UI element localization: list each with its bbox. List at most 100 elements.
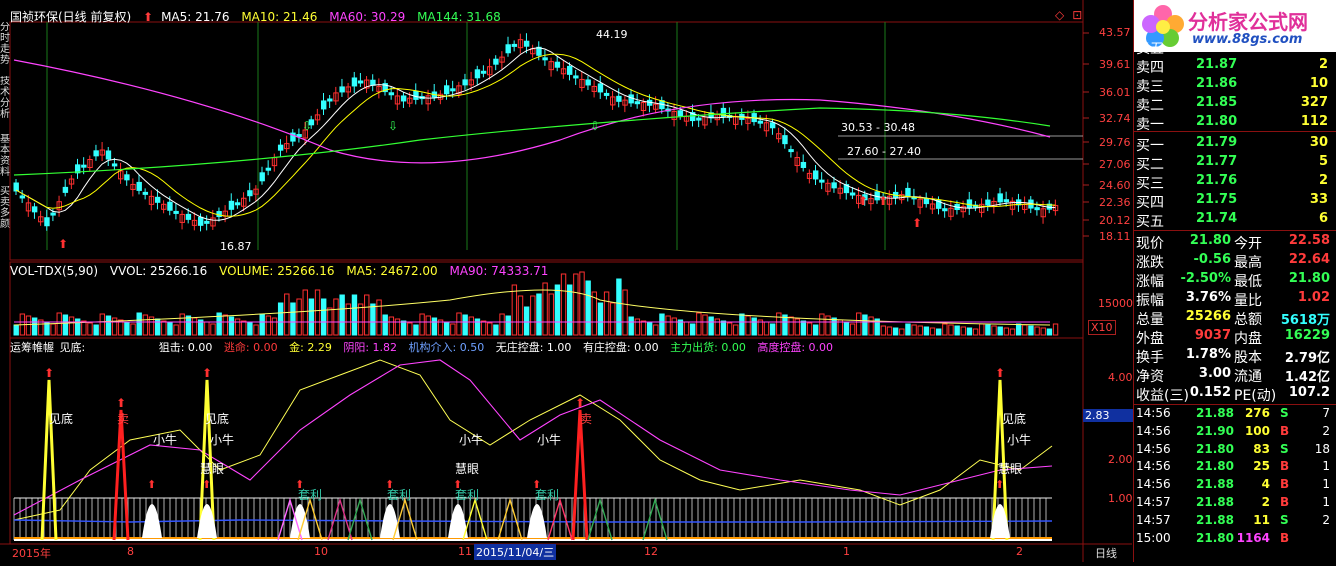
stat-value: 1.02 (1297, 290, 1330, 305)
tab-jishu[interactable]: 技术分析 (0, 76, 11, 126)
ma10-line (15, 53, 1056, 217)
volume-bar (523, 306, 530, 336)
candle (757, 120, 764, 124)
price-axis-label: 20.12 (1099, 214, 1131, 227)
ind-label: 小牛 (1007, 433, 1032, 447)
ask-price: 21.80 (1196, 114, 1238, 129)
ma10-label: MA10: 21.46 (241, 10, 318, 24)
volume-bar (425, 315, 431, 336)
candle (923, 198, 930, 205)
volume-bar (75, 318, 81, 336)
period-label[interactable]: 日线 (1095, 545, 1117, 561)
ind-label: 小牛 (210, 433, 235, 447)
chart-canvas[interactable]: ⬆⬆⬆⬆⬆⬆ ⬆ ⬆ ⬆ ⬆ ⬆ ⬆⬆⬆ ⬆⬆⇩ ⇩ ⇩ (0, 0, 1132, 562)
stat-value: 22.58 (1288, 233, 1330, 248)
ask-row[interactable]: 卖四 21.87 2 (1134, 55, 1334, 76)
candle (327, 98, 333, 102)
tick-count: 2 (1322, 512, 1330, 527)
signal-spike (112, 409, 130, 541)
range-annotation-1: 30.53 - 30.48 (841, 121, 915, 134)
up-arrow-icon: ⬆ (995, 366, 1005, 380)
tick-side: S (1280, 406, 1289, 420)
volume-bar (370, 303, 376, 336)
candle (696, 117, 702, 121)
bid-row[interactable]: 买一 21.79 30 (1134, 133, 1334, 154)
bid-row[interactable]: 买三 21.76 2 (1134, 171, 1334, 192)
ask-row[interactable]: 卖五 (1134, 36, 1334, 57)
ind-gaodu: 高度控盘: 0.00 (757, 341, 834, 354)
volume-bar (241, 320, 247, 336)
signal-bump (142, 504, 162, 538)
volume-bar (130, 323, 136, 336)
volume-bar (265, 315, 272, 336)
volume-value: VOLUME: 25266.16 (219, 264, 335, 278)
volume-bar (290, 302, 296, 336)
candle (505, 44, 511, 54)
volume-bar (831, 317, 837, 336)
volume-bar (179, 313, 185, 336)
candle (511, 43, 518, 47)
volume-bar (1028, 325, 1034, 336)
candle (493, 58, 499, 65)
ind-label: 小牛 (459, 433, 484, 447)
ind-label: 小牛 (537, 433, 562, 447)
window-title: 国祯环保(日线 前复权) (10, 10, 132, 24)
volume-bar (419, 313, 425, 336)
chart-area[interactable]: ⬆ ⬆ ⬆ ⬆ ⬆ ⬆ ⬆ ⬆ ⬆ ⬆ ⬆ ⬆ ⬆ ⬆ ⬆ ⬆ ⇩ ⇩ ⇩ 国祯环保(日线 前复权) ⬆ MA5: 2… (0, 0, 1133, 562)
volume-bar (376, 299, 382, 336)
bid-row[interactable]: 买五 21.74 6 (1134, 209, 1334, 230)
tick-price: 21.80 (1196, 459, 1234, 474)
tick-vol: 1164 (1236, 530, 1270, 545)
tick-side: S (1280, 441, 1289, 456)
volume-bar (813, 324, 819, 336)
volume-bar (1015, 323, 1022, 336)
down-arrow-icon: ⇩ (302, 119, 312, 133)
volume-bar (880, 325, 887, 336)
diamond-icon[interactable]: ◇ (1055, 8, 1064, 22)
bid-vol: 2 (1318, 173, 1328, 188)
restore-icon[interactable]: ⊡ (1072, 8, 1082, 22)
tab-jiben[interactable]: 基本资料 (0, 134, 11, 182)
volume-bar (204, 321, 210, 336)
volume-bar (68, 316, 75, 336)
volume-bar (960, 326, 966, 336)
bid-row[interactable]: 买二 21.77 5 (1134, 152, 1334, 173)
tick-side: S (1280, 512, 1289, 527)
volume-bar (843, 321, 850, 336)
tick-vol: 11 (1253, 512, 1270, 527)
candle (142, 191, 149, 195)
tick-side: B (1280, 477, 1290, 492)
volume-bar (253, 324, 259, 336)
ma144-line (13, 107, 1051, 176)
candle (567, 65, 573, 75)
volume-bar (948, 324, 954, 336)
volume-bar (480, 320, 487, 336)
time-label: 11 (458, 545, 472, 558)
volume-bar (511, 284, 518, 336)
volume-bar (124, 321, 130, 336)
candle (573, 75, 579, 79)
ask-row[interactable]: 卖一 21.80 112 (1134, 112, 1334, 133)
vol-ma5-line (13, 289, 1051, 326)
volume-bar (111, 317, 118, 336)
volume-bar (167, 322, 173, 336)
ind-label: 小牛 (153, 433, 178, 447)
tab-maimai[interactable]: 买卖多颜 (0, 186, 11, 234)
tick-price: 21.90 (1196, 423, 1234, 438)
bid-row[interactable]: 买四 21.75 33 (1134, 190, 1334, 211)
volume-bar (431, 317, 438, 336)
candle (62, 186, 69, 193)
tab-fenshi[interactable]: 分时走势 (0, 22, 11, 66)
ask-row[interactable]: 卖二 21.85 327 (1134, 93, 1334, 114)
ind-jiandi: 见底: (59, 341, 86, 354)
volume-bar (308, 298, 315, 336)
stat-row: 涨幅 -2.50% 最低 21.80 (1134, 269, 1334, 290)
stat-row: 振幅 3.76% 量比 1.02 (1134, 288, 1334, 309)
volume-bar (554, 284, 561, 336)
candle (339, 86, 345, 93)
volume-bar (628, 316, 634, 336)
vol-name: VOL-TDX(5,90) (10, 264, 99, 278)
price-axis-label: 29.76 (1099, 136, 1131, 149)
tick-vol: 4 (1261, 477, 1270, 492)
ask-row[interactable]: 卖三 21.86 10 (1134, 74, 1334, 95)
